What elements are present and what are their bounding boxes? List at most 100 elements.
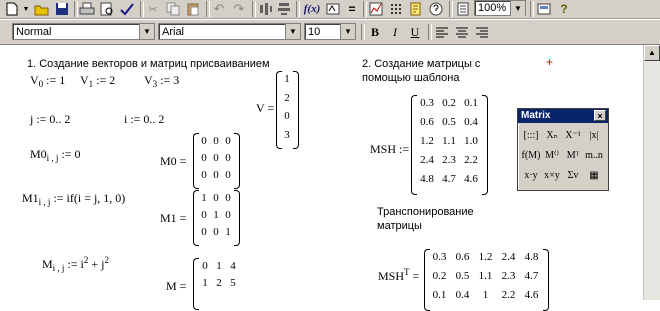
worksheet-icon[interactable] bbox=[535, 1, 553, 17]
msht-cell: 2.4 bbox=[501, 251, 516, 263]
new-dropdown-icon[interactable]: ▼ bbox=[22, 1, 30, 17]
msh-cell: 0.6 bbox=[420, 116, 434, 128]
m-definition[interactable]: Mi , j := i2 + j2 bbox=[42, 255, 109, 273]
font-value: Arial bbox=[162, 26, 185, 38]
close-icon[interactable]: × bbox=[594, 110, 606, 121]
m0-matrix[interactable]: 0 0 0 0 0 0 0 0 0 bbox=[198, 135, 234, 186]
msht-transpose-mark: T bbox=[404, 267, 410, 277]
m1-definition[interactable]: M1i , j := if(i = j, 1, 0) bbox=[22, 191, 125, 207]
zoom-value: 100% bbox=[478, 2, 507, 14]
column-button[interactable]: M⁽⁾ bbox=[542, 145, 562, 165]
m0-cell: 0 bbox=[213, 169, 219, 181]
insert-unit-icon[interactable] bbox=[324, 1, 342, 17]
calculate-icon[interactable]: = bbox=[343, 1, 361, 17]
v3-definition[interactable]: V3 := 3 bbox=[144, 73, 179, 89]
vertical-scrollbar[interactable]: ▲ bbox=[643, 45, 660, 300]
transpose-button[interactable]: Mᵀ bbox=[563, 145, 583, 165]
print-preview-icon[interactable] bbox=[98, 1, 116, 17]
v3-name: V bbox=[144, 73, 153, 87]
m1-matrix[interactable]: 1 0 0 0 1 0 0 0 1 bbox=[198, 192, 234, 243]
v0-definition[interactable]: V0 := 1 bbox=[30, 73, 65, 89]
font-size-select[interactable]: 10 ▼ bbox=[304, 23, 356, 40]
align-right-icon[interactable] bbox=[473, 24, 491, 40]
chevron-down-icon: ▼ bbox=[510, 1, 525, 16]
underline-button[interactable]: U bbox=[406, 24, 424, 40]
undo-icon[interactable]: ↶ bbox=[210, 1, 228, 17]
scroll-up-icon[interactable]: ▲ bbox=[644, 45, 660, 61]
vectorize-button[interactable]: f(M) bbox=[521, 145, 541, 165]
save-icon[interactable] bbox=[53, 1, 71, 17]
cut-icon[interactable]: ✂ bbox=[144, 1, 162, 17]
m-matrix[interactable]: 0 1 4 1 2 5 bbox=[198, 260, 240, 294]
chevron-down-icon: ▼ bbox=[285, 24, 300, 39]
insert-matrix-icon[interactable] bbox=[387, 1, 405, 17]
msht-cell: 0.5 bbox=[455, 270, 470, 282]
insert-function-icon[interactable]: f(x) bbox=[301, 1, 323, 17]
v-vector[interactable]: 1 2 0 3 bbox=[281, 73, 293, 147]
style-value: Normal bbox=[16, 26, 52, 38]
msht-cell: 0.4 bbox=[455, 289, 470, 301]
msh-cell: 0.2 bbox=[442, 97, 456, 109]
determinant-button[interactable]: |x| bbox=[584, 125, 604, 145]
m1-right-bracket bbox=[234, 190, 240, 246]
new-document-icon[interactable] bbox=[3, 1, 21, 17]
m1-cell: 0 bbox=[201, 226, 207, 238]
style-select[interactable]: Normal ▼ bbox=[12, 23, 155, 40]
subscript-button[interactable]: Xₙ bbox=[542, 125, 562, 145]
m-cell: 0 bbox=[202, 260, 208, 272]
m0-index: i , j bbox=[46, 153, 59, 163]
align-across-icon[interactable] bbox=[258, 1, 274, 17]
matrix-palette-titlebar[interactable]: Matrix × bbox=[518, 109, 608, 123]
m-formula-i: := i bbox=[67, 257, 84, 271]
msht-cell: 0.1 bbox=[432, 289, 447, 301]
font-select[interactable]: Arial ▼ bbox=[158, 23, 301, 40]
m-formula-j: + j bbox=[88, 257, 105, 271]
msht-equals: = bbox=[409, 269, 420, 283]
m1-cell: 0 bbox=[201, 209, 207, 221]
inverse-button[interactable]: X⁻¹ bbox=[563, 125, 583, 145]
chevron-down-icon: ▼ bbox=[139, 24, 154, 39]
dot-product-button[interactable]: x·y bbox=[521, 165, 541, 185]
range-variable-button[interactable]: m..n bbox=[584, 145, 604, 165]
m1-cell: 1 bbox=[201, 192, 207, 204]
redo-icon[interactable]: ↷ bbox=[230, 1, 248, 17]
resources-icon[interactable] bbox=[407, 1, 425, 17]
vector-sum-button[interactable]: Σv bbox=[563, 165, 583, 185]
insert-matrix-button[interactable]: [:::] bbox=[521, 125, 541, 145]
m1-cell: 1 bbox=[225, 226, 231, 238]
v1-definition[interactable]: V1 := 2 bbox=[80, 73, 115, 89]
m1-result-label: M1 = bbox=[160, 211, 187, 225]
m0-cell: 0 bbox=[201, 135, 207, 147]
insert-graph-icon[interactable] bbox=[367, 1, 385, 17]
list-icon[interactable] bbox=[454, 1, 472, 17]
m-cell: 2 bbox=[216, 277, 222, 289]
v-result-label: V = bbox=[256, 101, 275, 115]
v-right-bracket bbox=[293, 71, 299, 149]
chevron-down-icon: ▼ bbox=[340, 24, 355, 39]
msht-matrix[interactable]: 0.3 0.6 1.2 2.4 4.8 0.2 0.5 1.1 2.3 4.7 … bbox=[428, 251, 543, 308]
align-center-icon[interactable] bbox=[453, 24, 471, 40]
italic-button[interactable]: I bbox=[386, 24, 404, 40]
bold-button[interactable]: B bbox=[366, 24, 384, 40]
v3-index: 3 bbox=[152, 79, 158, 89]
open-folder-icon[interactable] bbox=[33, 1, 51, 17]
zoom-select[interactable]: 100% ▼ bbox=[474, 0, 526, 16]
i-range[interactable]: i := 0.. 2 bbox=[124, 112, 164, 127]
align-left-icon[interactable] bbox=[433, 24, 451, 40]
print-icon[interactable] bbox=[78, 1, 96, 17]
copy-icon[interactable] bbox=[164, 1, 182, 17]
j-range[interactable]: j := 0.. 2 bbox=[30, 112, 70, 127]
paste-icon[interactable] bbox=[184, 1, 202, 17]
matrix-palette-title: Matrix bbox=[521, 110, 551, 121]
whats-this-button[interactable]: ? bbox=[555, 1, 573, 17]
m-cell: 5 bbox=[230, 277, 236, 289]
help-icon[interactable] bbox=[427, 1, 445, 17]
spell-check-icon[interactable] bbox=[118, 1, 136, 17]
m0-definition[interactable]: M0i , j := 0 bbox=[30, 147, 81, 163]
align-down-icon[interactable] bbox=[276, 1, 292, 17]
m1-cell: 0 bbox=[225, 209, 231, 221]
m0-cell: 0 bbox=[201, 169, 207, 181]
msh-matrix[interactable]: 0.3 0.2 0.1 0.6 0.5 0.4 1.2 1.1 1.0 2.4 … bbox=[416, 97, 482, 192]
picture-button[interactable]: ▦ bbox=[584, 165, 604, 185]
cross-product-button[interactable]: x×y bbox=[542, 165, 562, 185]
